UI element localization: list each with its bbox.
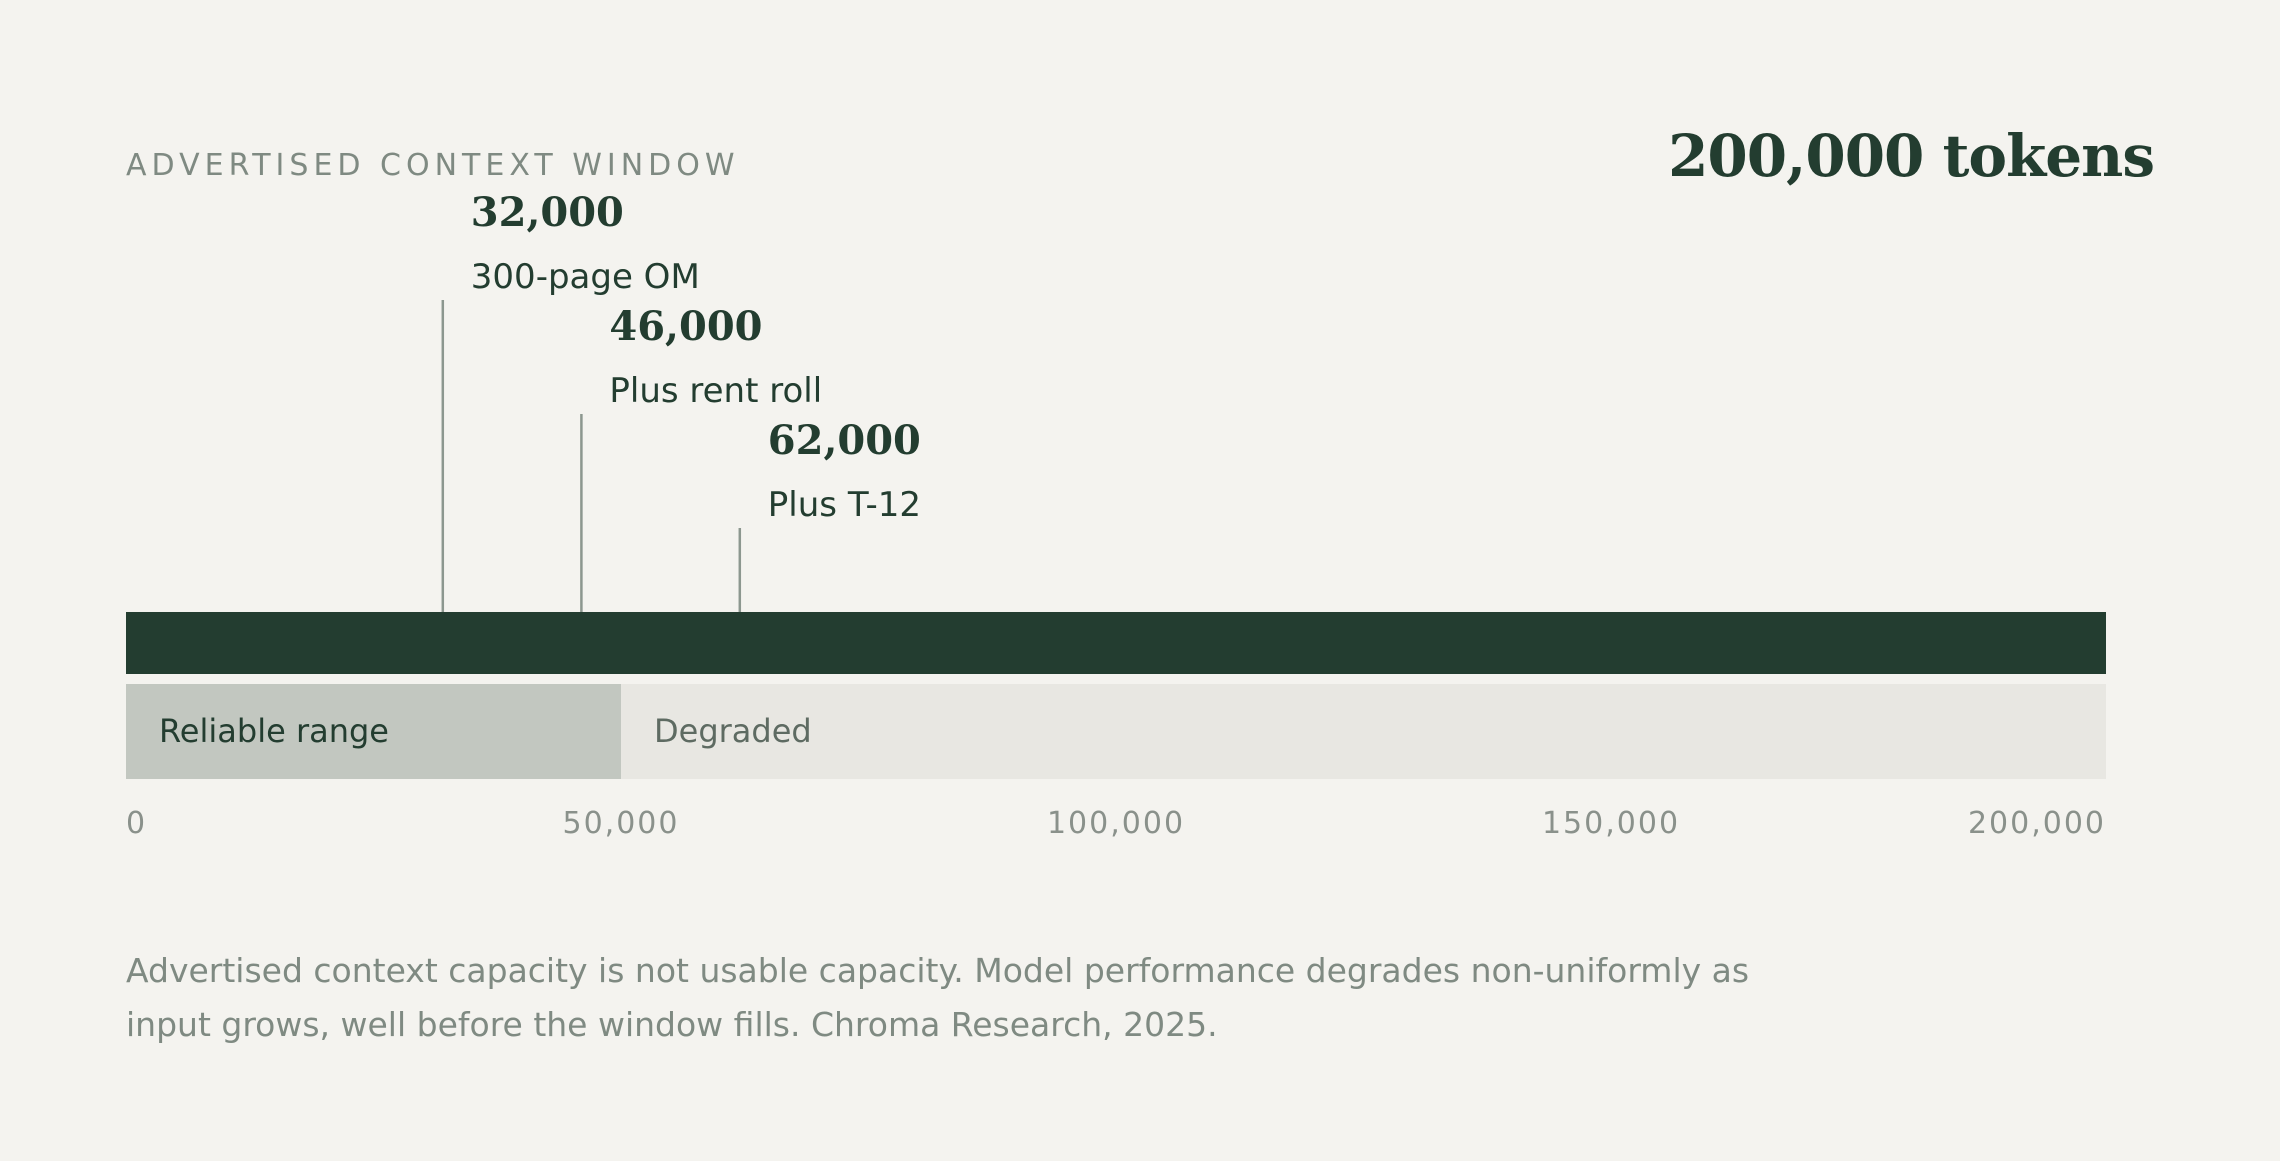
marker-label: Plus T-12 xyxy=(768,485,921,525)
ranges-layer: Reliable range Degraded xyxy=(126,684,2106,779)
axis-tick-label: 50,000 xyxy=(563,806,680,841)
degraded-range-band xyxy=(621,684,2106,779)
marker-value: 62,000 xyxy=(768,417,921,464)
reliable-range-label: Reliable range xyxy=(159,712,389,750)
axis-tick-label: 200,000 xyxy=(1968,806,2106,841)
marker-label: Plus rent roll xyxy=(609,371,822,411)
axis-tick-label: 0 xyxy=(126,806,147,841)
axis-tick-label: 100,000 xyxy=(1047,806,1185,841)
degraded-range-label: Degraded xyxy=(654,712,812,750)
markers-layer: 32,000 300-page OM 46,000 Plus rent roll 62,… xyxy=(441,189,921,612)
bar-layer xyxy=(126,612,2106,674)
marker-value: 32,000 xyxy=(471,189,624,236)
marker-label: 300-page OM xyxy=(471,257,700,297)
footnote: Advertised context capacity is not usabl… xyxy=(126,951,1750,1044)
marker-value: 46,000 xyxy=(609,303,762,350)
context-window-bar xyxy=(126,612,2106,674)
ticks-layer: 0 50,000 100,000 150,000 200,000 xyxy=(126,806,2106,841)
axis-tick-label: 150,000 xyxy=(1542,806,1680,841)
